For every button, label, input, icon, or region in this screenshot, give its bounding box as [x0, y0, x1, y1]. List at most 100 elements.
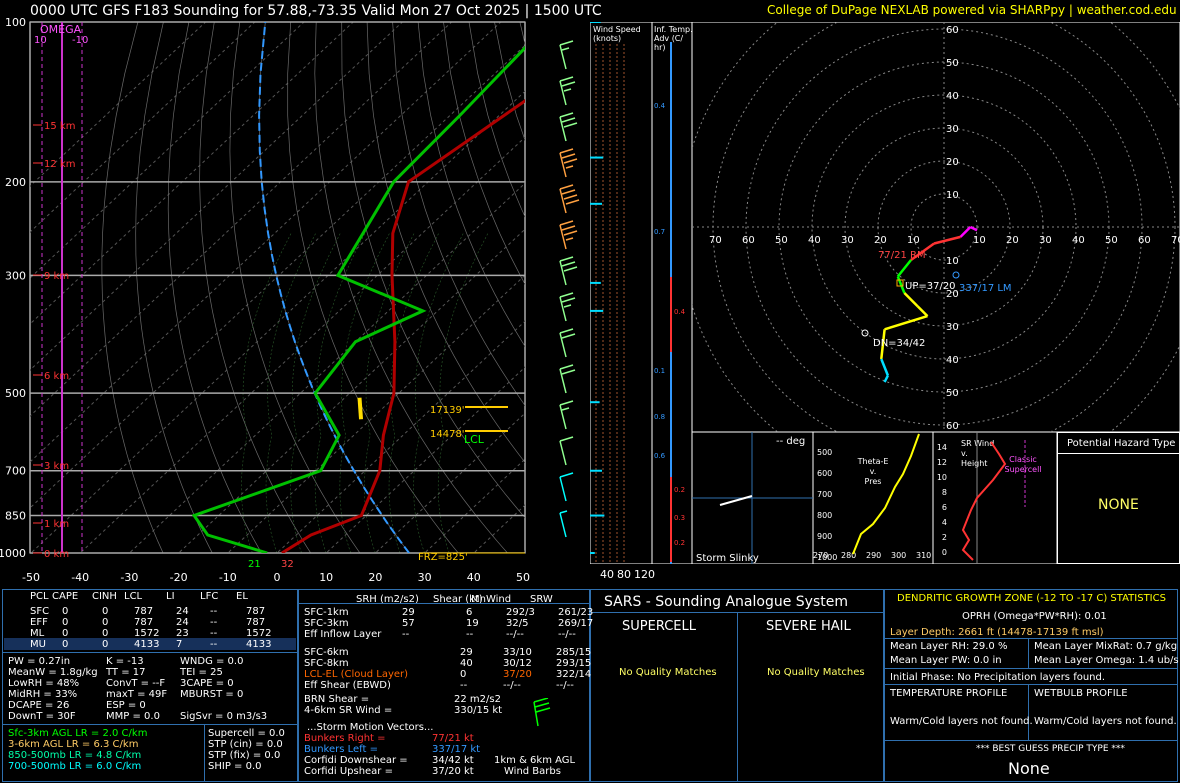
index-value: WNDG = 0.0 [180, 656, 244, 667]
thetae-title: Pres [865, 477, 882, 486]
wind-barb-flag [563, 194, 578, 200]
storm-motion-value: 37/20 kt [432, 766, 474, 777]
wind-speed-frame [590, 22, 652, 564]
height-label: 9 km [44, 271, 69, 282]
series-line-temperature [281, 99, 525, 553]
wind-barb-flag [561, 153, 576, 159]
storm-motion-label: Bunkers Right = [304, 733, 386, 744]
slinky-title: Storm Slinky [696, 553, 759, 564]
kin-row-label: SFC-3km [304, 618, 349, 629]
temperature-tick: 20 [368, 571, 382, 584]
wind-barb-flag [559, 76, 574, 82]
hodo-ylabel: 30 [946, 124, 959, 135]
sars-title: SARS - Sounding Analogue System [604, 594, 848, 610]
index-value: ConvT = --F [106, 678, 166, 689]
dry-adiabat [571, 22, 590, 564]
kin-cell: --/-- [558, 629, 576, 640]
hodo-ylabel: 50 [946, 58, 959, 69]
parcel-cell: 0 [62, 639, 69, 650]
temp-adv-title: hr) [654, 43, 665, 52]
dry-adiabat [417, 22, 525, 347]
kin-cell: 6 [466, 607, 473, 618]
wind-barb [559, 436, 574, 466]
wind-barb-flag [559, 364, 574, 370]
parcel-cell: 4133 [246, 639, 272, 650]
kin-cell: 33/10 [503, 647, 532, 658]
pressure-tick: 500 [5, 387, 26, 400]
parcel-cell: 0 [62, 617, 69, 628]
wind-barb-flag [559, 256, 574, 262]
kin-wind-barbs [533, 698, 551, 727]
parcel-trace [258, 22, 410, 553]
wind-barb-flag [561, 261, 576, 267]
dgz-phase: Initial Phase: No Precipitation layers f… [890, 672, 1106, 683]
wind-barb [559, 472, 574, 502]
dgz-wetbulb-profile: WETBULB PROFILE [1034, 688, 1128, 699]
isotherm [30, 44, 525, 509]
parcel-header: PCL [30, 591, 49, 602]
wind-barb-flag [561, 333, 576, 339]
storm-motion-value: 34/42 kt [432, 755, 474, 766]
kin-cell: 32/5 [506, 618, 529, 629]
hodo-xlabel: 40 [1072, 235, 1085, 246]
height-label: 3 km [44, 461, 69, 472]
kin-brn-label: BRN Shear = [304, 694, 370, 705]
temp-adv-title: Adv (C/ [654, 34, 683, 43]
thetae-ytick: 800 [817, 511, 832, 520]
srwind-tag: Supercell [1004, 465, 1041, 474]
kin-cell: -- [460, 680, 468, 691]
temp-adv-value: 0.4 [654, 102, 666, 110]
temperature-tick: 0 [274, 571, 281, 584]
composite-index: SHIP = 0.0 [208, 761, 262, 772]
index-value: MeanW = 1.8g/kg [8, 667, 98, 678]
height-label: 15 km [44, 121, 75, 132]
wind-barb-flag [565, 237, 574, 241]
wind-barb-flag [559, 510, 568, 514]
wind-barb [559, 364, 576, 394]
wind-speed-units: (knots) [593, 34, 621, 43]
hodo-xlabel: 20 [874, 235, 887, 246]
wind-speed-tick: 80 [617, 568, 631, 581]
wind-barb-flag [559, 40, 574, 46]
wind-barb-flag [561, 297, 576, 303]
parcel-cell: SFC [30, 606, 50, 617]
index-value: K = -13 [106, 656, 144, 667]
storm-motion-label: Bunkers Left = [304, 744, 378, 755]
isotherm [30, 22, 502, 463]
skewt-frame [29, 21, 526, 554]
dry-adiabat [519, 22, 525, 46]
wind-barb [559, 510, 568, 538]
height-label: 12 km [44, 159, 75, 170]
index-value: MBURST = 0 [180, 689, 244, 700]
wind-barb-flag [561, 407, 570, 411]
dry-adiabat [545, 22, 590, 564]
srwind-title: Height [961, 459, 987, 468]
hodo-xlabel: 60 [1138, 235, 1151, 246]
kin-cell: 292/3 [506, 607, 535, 618]
kin-cell: 37/20 [503, 669, 532, 680]
composite-index: Supercell = 0.0 [208, 728, 285, 739]
kin-barb-flag [535, 707, 551, 713]
thetae-ytick: 700 [817, 490, 832, 499]
wind-barb-flag [565, 165, 574, 169]
index-value: PW = 0.27in [8, 656, 71, 667]
parcel-cell: 24 [176, 617, 189, 628]
lcl-label: LCL [464, 433, 485, 446]
hodo-ylabel: 10 [946, 256, 959, 267]
hodo-xlabel: 50 [1105, 235, 1118, 246]
lapse-rate: 700-500mb LR = 6.0 C/km [8, 761, 142, 772]
parcel-cell: EFF [30, 617, 48, 628]
wind-barb-flag [561, 369, 576, 375]
parcel-cell: 4133 [134, 639, 160, 650]
wind-speed-tick: 120 [634, 568, 655, 581]
temp-adv-value: 0.8 [654, 413, 665, 421]
parcel-cell: 0 [62, 606, 69, 617]
lapse-rate: 3-6km AGL LR = 6.3 C/km [8, 739, 139, 750]
lapse-rate: Sfc-3km AGL LR = 2.0 C/km [8, 728, 148, 739]
dry-adiabat [229, 22, 361, 553]
dry-adiabat [314, 22, 508, 553]
kin-cell: --/-- [506, 629, 524, 640]
temp-adv-title: Inf. Temp. [654, 25, 692, 34]
temp-adv-value: 0.7 [654, 228, 665, 236]
kin-srw-label: 4-6km SR Wind = [304, 705, 393, 716]
